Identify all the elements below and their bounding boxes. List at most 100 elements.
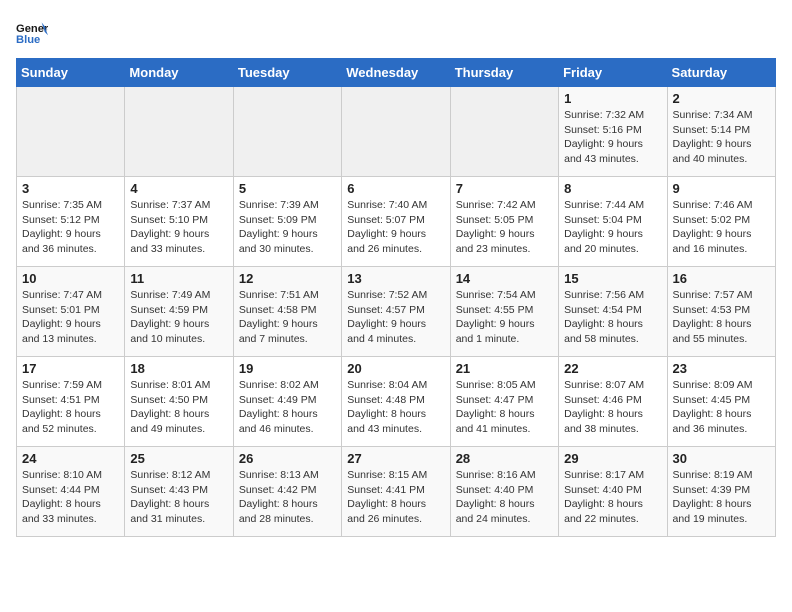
calendar-cell: 17Sunrise: 7:59 AM Sunset: 4:51 PM Dayli…	[17, 357, 125, 447]
day-info: Sunrise: 7:32 AM Sunset: 5:16 PM Dayligh…	[564, 108, 661, 167]
calendar-cell: 28 Sunrise: 8:16 AM Sunset: 4:40 PM Dayli…	[450, 447, 558, 537]
day-info: Sunrise: 7:35 AM Sunset: 5:12 PM Dayligh…	[22, 198, 119, 257]
day-number: 13	[347, 271, 444, 286]
day-number: 4	[130, 181, 227, 196]
weekday-header-sunday: Sunday	[17, 59, 125, 87]
calendar-cell: 12 Sunrise: 7:51 AM Sunset: 4:58 PM Dayli…	[233, 267, 341, 357]
weekday-header-saturday: Saturday	[667, 59, 775, 87]
calendar-cell: 22Sunrise: 8:07 AM Sunset: 4:46 PM Dayli…	[559, 357, 667, 447]
day-info: Sunrise: 7:59 AM Sunset: 4:51 PM Dayligh…	[22, 378, 119, 437]
day-info: Sunrise: 8:01 AM Sunset: 4:50 PM Dayligh…	[130, 378, 227, 437]
day-number: 7	[456, 181, 553, 196]
calendar-cell: 21 Sunrise: 8:05 AM Sunset: 4:47 PM Dayli…	[450, 357, 558, 447]
calendar-cell	[125, 87, 233, 177]
calendar-cell	[233, 87, 341, 177]
day-number: 30	[673, 451, 770, 466]
calendar-cell: 15 Sunrise: 7:56 AM Sunset: 4:54 PM Dayli…	[559, 267, 667, 357]
day-info: Sunrise: 8:15 AM Sunset: 4:41 PM Dayligh…	[347, 468, 444, 527]
calendar-cell: 4 Sunrise: 7:37 AM Sunset: 5:10 PM Daylig…	[125, 177, 233, 267]
logo-icon: General Blue	[16, 16, 48, 48]
day-info: Sunrise: 8:09 AM Sunset: 4:45 PM Dayligh…	[673, 378, 770, 437]
day-info: Sunrise: 7:47 AM Sunset: 5:01 PM Dayligh…	[22, 288, 119, 347]
day-number: 24	[22, 451, 119, 466]
calendar-cell: 9 Sunrise: 7:46 AM Sunset: 5:02 PM Daylig…	[667, 177, 775, 267]
calendar-week-row: 1 Sunrise: 7:32 AM Sunset: 5:16 PM Daylig…	[17, 87, 776, 177]
calendar-cell: 20Sunrise: 8:04 AM Sunset: 4:48 PM Dayli…	[342, 357, 450, 447]
weekday-header-tuesday: Tuesday	[233, 59, 341, 87]
day-info: Sunrise: 7:57 AM Sunset: 4:53 PM Dayligh…	[673, 288, 770, 347]
day-info: Sunrise: 8:17 AM Sunset: 4:40 PM Dayligh…	[564, 468, 661, 527]
day-number: 2	[673, 91, 770, 106]
calendar-cell: 23 Sunrise: 8:09 AM Sunset: 4:45 PM Dayli…	[667, 357, 775, 447]
calendar-cell: 26 Sunrise: 8:13 AM Sunset: 4:42 PM Dayli…	[233, 447, 341, 537]
page-header: General Blue	[16, 16, 776, 48]
weekday-header-row: SundayMondayTuesdayWednesdayThursdayFrid…	[17, 59, 776, 87]
day-info: Sunrise: 7:49 AM Sunset: 4:59 PM Dayligh…	[130, 288, 227, 347]
calendar-cell: 2 Sunrise: 7:34 AM Sunset: 5:14 PM Daylig…	[667, 87, 775, 177]
calendar-week-row: 24 Sunrise: 8:10 AM Sunset: 4:44 PM Dayli…	[17, 447, 776, 537]
calendar-cell	[17, 87, 125, 177]
calendar-week-row: 3Sunrise: 7:35 AM Sunset: 5:12 PM Daylig…	[17, 177, 776, 267]
calendar-cell: 3Sunrise: 7:35 AM Sunset: 5:12 PM Daylig…	[17, 177, 125, 267]
calendar-cell	[342, 87, 450, 177]
day-info: Sunrise: 7:56 AM Sunset: 4:54 PM Dayligh…	[564, 288, 661, 347]
calendar-cell: 13 Sunrise: 7:52 AM Sunset: 4:57 PM Dayli…	[342, 267, 450, 357]
day-number: 21	[456, 361, 553, 376]
day-number: 15	[564, 271, 661, 286]
day-info: Sunrise: 7:46 AM Sunset: 5:02 PM Dayligh…	[673, 198, 770, 257]
day-info: Sunrise: 8:02 AM Sunset: 4:49 PM Dayligh…	[239, 378, 336, 437]
calendar-cell: 25 Sunrise: 8:12 AM Sunset: 4:43 PM Dayli…	[125, 447, 233, 537]
calendar-cell: 19Sunrise: 8:02 AM Sunset: 4:49 PM Dayli…	[233, 357, 341, 447]
day-number: 20	[347, 361, 444, 376]
day-info: Sunrise: 7:40 AM Sunset: 5:07 PM Dayligh…	[347, 198, 444, 257]
calendar-cell: 7 Sunrise: 7:42 AM Sunset: 5:05 PM Daylig…	[450, 177, 558, 267]
day-info: Sunrise: 7:51 AM Sunset: 4:58 PM Dayligh…	[239, 288, 336, 347]
day-info: Sunrise: 8:07 AM Sunset: 4:46 PM Dayligh…	[564, 378, 661, 437]
day-number: 26	[239, 451, 336, 466]
calendar-cell: 29Sunrise: 8:17 AM Sunset: 4:40 PM Dayli…	[559, 447, 667, 537]
day-number: 16	[673, 271, 770, 286]
day-number: 6	[347, 181, 444, 196]
day-info: Sunrise: 7:34 AM Sunset: 5:14 PM Dayligh…	[673, 108, 770, 167]
day-info: Sunrise: 8:16 AM Sunset: 4:40 PM Dayligh…	[456, 468, 553, 527]
day-number: 12	[239, 271, 336, 286]
day-info: Sunrise: 8:13 AM Sunset: 4:42 PM Dayligh…	[239, 468, 336, 527]
day-number: 18	[130, 361, 227, 376]
svg-text:Blue: Blue	[16, 34, 40, 46]
day-info: Sunrise: 7:54 AM Sunset: 4:55 PM Dayligh…	[456, 288, 553, 347]
day-number: 14	[456, 271, 553, 286]
calendar-cell: 30Sunrise: 8:19 AM Sunset: 4:39 PM Dayli…	[667, 447, 775, 537]
calendar-body: 1 Sunrise: 7:32 AM Sunset: 5:16 PM Daylig…	[17, 87, 776, 537]
calendar-cell: 24 Sunrise: 8:10 AM Sunset: 4:44 PM Dayli…	[17, 447, 125, 537]
calendar-week-row: 17Sunrise: 7:59 AM Sunset: 4:51 PM Dayli…	[17, 357, 776, 447]
calendar-cell: 6 Sunrise: 7:40 AM Sunset: 5:07 PM Daylig…	[342, 177, 450, 267]
calendar-cell	[450, 87, 558, 177]
day-number: 27	[347, 451, 444, 466]
day-number: 11	[130, 271, 227, 286]
calendar-table: SundayMondayTuesdayWednesdayThursdayFrid…	[16, 58, 776, 537]
weekday-header-thursday: Thursday	[450, 59, 558, 87]
day-number: 25	[130, 451, 227, 466]
calendar-cell: 11 Sunrise: 7:49 AM Sunset: 4:59 PM Dayli…	[125, 267, 233, 357]
calendar-cell: 1 Sunrise: 7:32 AM Sunset: 5:16 PM Daylig…	[559, 87, 667, 177]
logo: General Blue	[16, 16, 52, 48]
calendar-cell: 16 Sunrise: 7:57 AM Sunset: 4:53 PM Dayli…	[667, 267, 775, 357]
day-number: 9	[673, 181, 770, 196]
day-number: 23	[673, 361, 770, 376]
day-number: 5	[239, 181, 336, 196]
day-info: Sunrise: 7:52 AM Sunset: 4:57 PM Dayligh…	[347, 288, 444, 347]
day-info: Sunrise: 8:12 AM Sunset: 4:43 PM Dayligh…	[130, 468, 227, 527]
weekday-header-friday: Friday	[559, 59, 667, 87]
day-info: Sunrise: 7:42 AM Sunset: 5:05 PM Dayligh…	[456, 198, 553, 257]
day-number: 8	[564, 181, 661, 196]
day-info: Sunrise: 7:39 AM Sunset: 5:09 PM Dayligh…	[239, 198, 336, 257]
day-info: Sunrise: 8:05 AM Sunset: 4:47 PM Dayligh…	[456, 378, 553, 437]
day-info: Sunrise: 7:37 AM Sunset: 5:10 PM Dayligh…	[130, 198, 227, 257]
calendar-cell: 27 Sunrise: 8:15 AM Sunset: 4:41 PM Dayli…	[342, 447, 450, 537]
day-info: Sunrise: 8:10 AM Sunset: 4:44 PM Dayligh…	[22, 468, 119, 527]
calendar-header: SundayMondayTuesdayWednesdayThursdayFrid…	[17, 59, 776, 87]
day-number: 1	[564, 91, 661, 106]
calendar-cell: 8Sunrise: 7:44 AM Sunset: 5:04 PM Daylig…	[559, 177, 667, 267]
day-number: 28	[456, 451, 553, 466]
day-number: 10	[22, 271, 119, 286]
